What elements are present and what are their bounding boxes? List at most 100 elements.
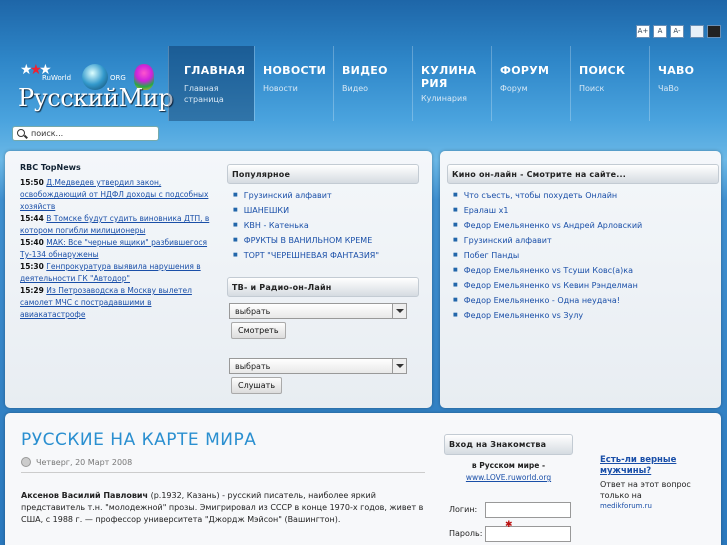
login-subtitle: в Русском мире -: [471, 461, 546, 470]
listen-button[interactable]: Слушать: [231, 377, 283, 394]
kino-link[interactable]: Федор Емельяненко vs Зулу: [464, 311, 583, 320]
nav-item-forum[interactable]: ФОРУМ Форум: [491, 46, 570, 121]
list-item: ШАНЕШКИ: [233, 203, 379, 218]
layout-controls: [690, 25, 721, 38]
news-time: 15:30: [20, 262, 44, 271]
nav-item-subtitle: Главная страница: [184, 84, 224, 104]
nav-item-title: ФОРУМ: [500, 64, 550, 77]
font-decrease-button[interactable]: A-: [670, 25, 684, 38]
news-time: 15:44: [20, 214, 44, 223]
kino-link[interactable]: Побег Панды: [464, 251, 520, 260]
ad-headline[interactable]: Есть-ли верные мужчины?: [600, 455, 710, 477]
news-time: 15:50: [20, 178, 44, 187]
nav-item-title: НОВОСТИ: [263, 64, 327, 77]
news-link[interactable]: В Томске будут судить виновника ДТП, в к…: [20, 214, 209, 235]
list-item: Побег Панды: [453, 248, 642, 263]
kino-link[interactable]: Ералаш x1: [464, 206, 509, 215]
login-field[interactable]: [485, 502, 571, 518]
nav-item-title: ВИДЕО: [342, 64, 388, 77]
popular-link[interactable]: Грузинский алфавит: [244, 191, 332, 200]
nav-item-faq[interactable]: ЧАВО ЧаВо: [649, 46, 721, 121]
search-icon[interactable]: [17, 129, 25, 137]
article-date-row: Четверг, 20 Март 2008: [21, 457, 132, 467]
watch-button[interactable]: Смотреть: [231, 322, 286, 339]
list-item: ФРУКТЫ В ВАНИЛЬНОМ КРЕМЕ: [233, 233, 379, 248]
kino-link[interactable]: Федор Емельяненко - Одна неудача!: [464, 296, 620, 305]
search-box: [12, 126, 159, 141]
tv-heading: ТВ- и Радио-он-Лайн: [227, 277, 419, 297]
popular-heading: Популярное: [227, 164, 419, 184]
article-date: Четверг, 20 Март 2008: [36, 458, 133, 467]
nav-item-subtitle: ЧаВо: [658, 84, 679, 93]
list-item: Федор Емельяненко vs Кевин Рэнделман: [453, 278, 642, 293]
nav-item-search[interactable]: ПОИСК Поиск: [570, 46, 649, 121]
tv-select[interactable]: выбрать: [229, 303, 407, 319]
nav-item-cooking[interactable]: КУЛИНАРИЯ Кулинария: [412, 46, 491, 121]
popular-link[interactable]: КВН - Катенька: [244, 221, 309, 230]
list-item: 15:44 В Томске будут судить виновника ДТ…: [20, 213, 210, 237]
kino-heading: Кино он-лайн - Смотрите на сайте...: [447, 164, 719, 184]
list-item: ТОРТ "ЧЕРЕШНЕВАЯ ФАНТАЗИЯ": [233, 248, 379, 263]
kino-link[interactable]: Что съесть, чтобы похудеть Онлайн: [464, 191, 617, 200]
font-size-controls: A+ A A-: [636, 25, 684, 38]
list-item: Федор Емельяненко - Одна неудача!: [453, 293, 642, 308]
list-item: 15:29 Из Петрозаводска в Москву вылетел …: [20, 285, 210, 321]
password-label: Пароль:: [449, 529, 483, 538]
main-nav: ГЛАВНАЯ Главная страница НОВОСТИ Новости…: [168, 46, 727, 121]
nav-item-title: ГЛАВНАЯ: [184, 64, 246, 77]
list-item: Федор Емельяненко vs Зулу: [453, 308, 642, 323]
logo-text: РусскийМир: [18, 84, 174, 112]
nav-item-subtitle: Видео: [342, 84, 369, 93]
list-item: Федор Емельяненко vs Андрей Арловский: [453, 218, 642, 233]
nav-item-title: КУЛИНАРИЯ: [421, 64, 477, 90]
list-item: Грузинский алфавит: [233, 188, 379, 203]
news-link[interactable]: Д.Медведев утвердил закон, освобождающий…: [20, 178, 208, 211]
nav-item-title: ПОИСК: [579, 64, 626, 77]
font-reset-button[interactable]: A: [653, 25, 667, 38]
rbc-title: RBC TopNews: [20, 163, 81, 172]
font-increase-button[interactable]: A+: [636, 25, 650, 38]
article-body: Аксенов Василий Павлович (р.1932, Казань…: [21, 490, 426, 526]
tv-select-value: выбрать: [235, 307, 271, 316]
nav-item-video[interactable]: ВИДЕО Видео: [333, 46, 412, 121]
news-link[interactable]: Из Петрозаводска в Москву вылетел самоле…: [20, 286, 192, 319]
nav-item-subtitle: Кулинария: [421, 94, 467, 103]
list-item: 15:30 Генпрокуратура выявила нарушения в…: [20, 261, 210, 285]
logo-small-right: ORG: [110, 74, 126, 82]
layout-wide-button[interactable]: [707, 25, 721, 38]
login-label: Логин:: [449, 505, 478, 514]
popular-link[interactable]: ТОРТ "ЧЕРЕШНЕВАЯ ФАНТАЗИЯ": [244, 251, 379, 260]
nav-item-subtitle: Форум: [500, 84, 528, 93]
nav-item-news[interactable]: НОВОСТИ Новости: [254, 46, 333, 121]
news-link[interactable]: Генпрокуратура выявила нарушения в деяте…: [20, 262, 201, 283]
popular-link[interactable]: ФРУКТЫ В ВАНИЛЬНОМ КРЕМЕ: [244, 236, 373, 245]
ad-url[interactable]: medikforum.ru: [600, 501, 710, 512]
news-time: 15:29: [20, 286, 44, 295]
kino-link[interactable]: Федор Емельяненко vs Андрей Арловский: [464, 221, 642, 230]
popular-link[interactable]: ШАНЕШКИ: [244, 206, 289, 215]
logo-small-left: RuWorld: [42, 74, 72, 82]
side-ad: Есть-ли верные мужчины? Ответ на этот во…: [600, 455, 710, 512]
chevron-down-icon: [392, 359, 406, 373]
kino-link[interactable]: Грузинский алфавит: [464, 236, 552, 245]
password-field[interactable]: [485, 526, 571, 542]
layout-narrow-button[interactable]: [690, 25, 704, 38]
rbc-news-list: 15:50 Д.Медведев утвердил закон, освобож…: [20, 177, 210, 321]
kino-link[interactable]: Федор Емельяненко vs Кевин Рэнделман: [464, 281, 638, 290]
site-header: A+ A A- ★★★ RuWorld ORG РусскийМир ГЛАВН…: [0, 0, 727, 150]
site-logo[interactable]: ★★★ RuWorld ORG РусскийМир: [0, 46, 174, 121]
news-link[interactable]: МАК: Все "черные ящики" разбившегося Ту-…: [20, 238, 207, 259]
kino-list: Что съесть, чтобы похудеть Онлайн Ералаш…: [453, 188, 642, 323]
radio-select[interactable]: выбрать: [229, 358, 407, 374]
article-author: Аксенов Василий Павлович: [21, 491, 149, 500]
popular-list: Грузинский алфавит ШАНЕШКИ КВН - Катеньк…: [233, 188, 379, 263]
article-title[interactable]: РУССКИЕ НА КАРТЕ МИРА: [21, 430, 256, 450]
list-item: Федор Емельяненко vs Тсуши Ковс(а)ка: [453, 263, 642, 278]
list-item: Грузинский алфавит: [453, 233, 642, 248]
chevron-down-icon: [392, 304, 406, 318]
search-input[interactable]: [31, 127, 156, 140]
kino-link[interactable]: Федор Емельяненко vs Тсуши Ковс(а)ка: [464, 266, 633, 275]
list-item: Ералаш x1: [453, 203, 642, 218]
dating-link[interactable]: www.LOVE.ruworld.org: [444, 473, 573, 482]
nav-item-home[interactable]: ГЛАВНАЯ Главная страница: [168, 46, 254, 121]
